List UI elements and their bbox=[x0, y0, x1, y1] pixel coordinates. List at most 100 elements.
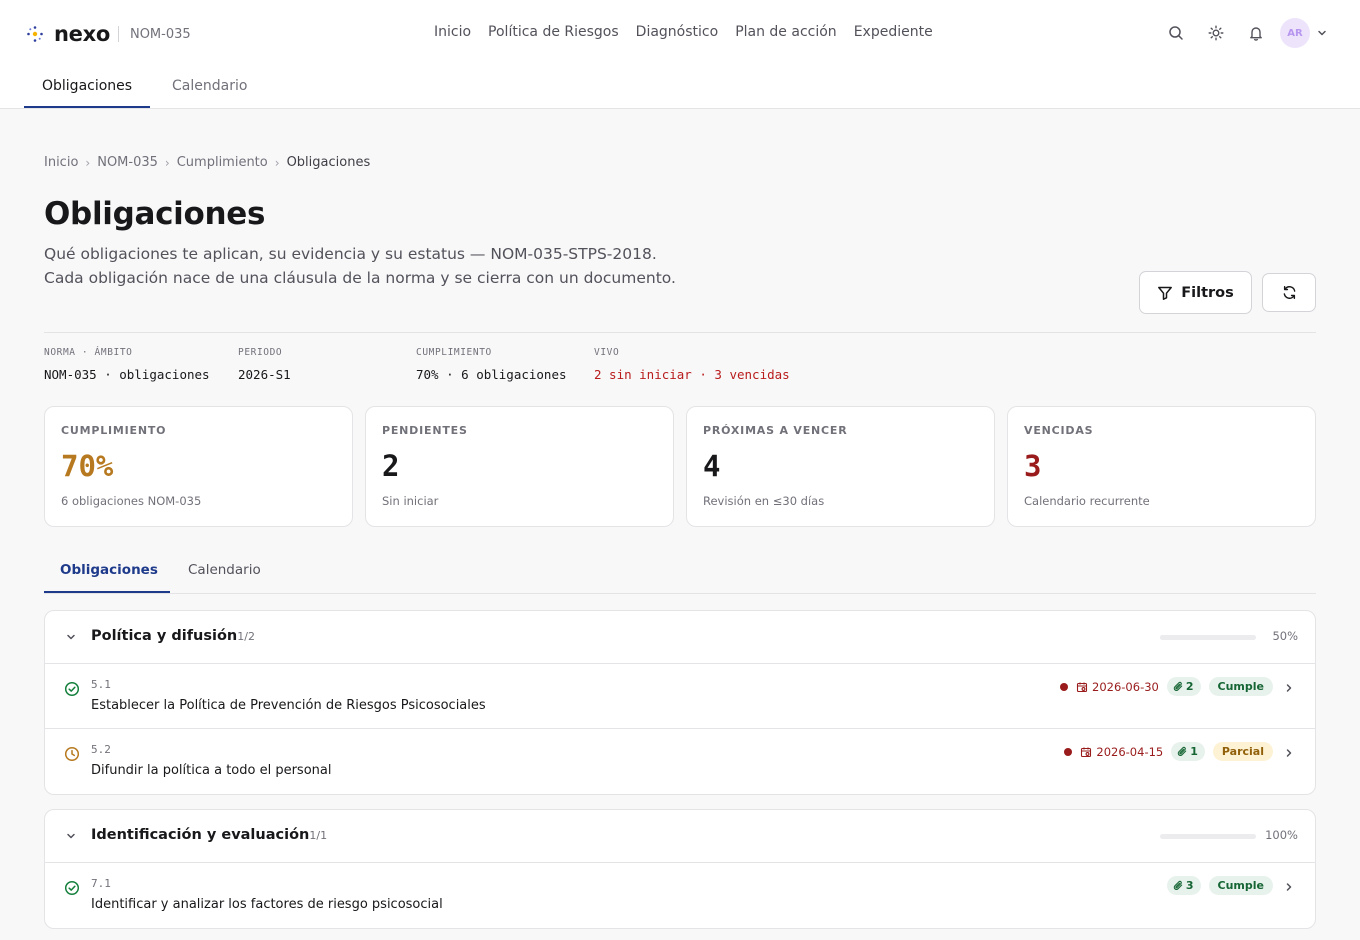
meta-periodo-key: PERIODO bbox=[238, 347, 283, 358]
obligation-meta: 2026-04-15 1 Parcial bbox=[1064, 742, 1273, 761]
group-percent: 50% bbox=[1272, 629, 1298, 643]
tab-calendario[interactable]: Calendario bbox=[188, 562, 261, 578]
stat-label: CUMPLIMIENTO bbox=[61, 424, 167, 437]
group-title: Política y difusión1/2 bbox=[91, 628, 255, 644]
meta-vivo: VIVO 2 sin iniciar · 3 vencidas bbox=[594, 347, 790, 382]
group-progress-bar bbox=[1160, 834, 1256, 839]
group-header[interactable]: Identificación y evaluación1/1 100% bbox=[45, 810, 1315, 863]
header-divider bbox=[44, 332, 1316, 333]
group-progress-bar bbox=[1160, 635, 1256, 640]
meta-cumplimiento-value: 70% · 6 obligaciones bbox=[416, 367, 567, 382]
nav-inicio[interactable]: Inicio bbox=[434, 24, 471, 40]
obligation-group: Identificación y evaluación1/1 100% 7.1 … bbox=[44, 809, 1316, 929]
brand[interactable]: nexo NOM-035 bbox=[26, 22, 191, 46]
top-bar: nexo NOM-035 Inicio Política de Riesgos … bbox=[0, 0, 1360, 66]
content-tabs: Obligaciones Calendario bbox=[44, 556, 1316, 594]
group-count: 1/2 bbox=[237, 630, 255, 643]
chevron-down-icon bbox=[67, 833, 75, 839]
stat-value: 2 bbox=[382, 449, 400, 483]
stat-value: 4 bbox=[703, 449, 721, 483]
meta-norma-value: NOM-035 · obligaciones bbox=[44, 367, 210, 382]
evidence-chip[interactable]: 1 bbox=[1171, 742, 1205, 761]
filter-icon bbox=[1158, 286, 1173, 300]
breadcrumb-cumplimiento[interactable]: Cumplimiento bbox=[177, 155, 268, 170]
chevron-right-icon bbox=[1286, 749, 1292, 757]
breadcrumb-separator: › bbox=[85, 155, 91, 170]
search-button[interactable] bbox=[1166, 23, 1186, 43]
status-badge: Parcial bbox=[1212, 742, 1273, 761]
refresh-button[interactable] bbox=[1262, 273, 1316, 312]
breadcrumb-nom035[interactable]: NOM-035 bbox=[97, 155, 158, 170]
sun-icon bbox=[1208, 25, 1224, 41]
stat-label: PRÓXIMAS A VENCER bbox=[703, 424, 848, 437]
tab-obligaciones[interactable]: Obligaciones bbox=[60, 562, 158, 578]
obligation-title: Establecer la Política de Prevención de … bbox=[91, 698, 486, 713]
evidence-count: 1 bbox=[1190, 745, 1198, 758]
overdue-dot bbox=[1060, 682, 1069, 691]
brand-name: nexo bbox=[54, 22, 110, 46]
subnav-tab-obligaciones[interactable]: Obligaciones bbox=[42, 78, 132, 94]
meta-norma: NORMA · ÁMBITO NOM-035 · obligaciones bbox=[44, 347, 210, 382]
group-progress-fill bbox=[1160, 834, 1256, 839]
stat-sub: 6 obligaciones NOM-035 bbox=[61, 494, 202, 508]
breadcrumb-separator: › bbox=[274, 155, 280, 170]
evidence-count: 3 bbox=[1185, 879, 1194, 892]
calendar-icon bbox=[1081, 747, 1092, 757]
avatar-initials: AR bbox=[1287, 27, 1303, 39]
nav-plan-accion[interactable]: Plan de acción bbox=[735, 24, 837, 40]
obligation-meta: 2026-06-30 2 Cumple bbox=[1060, 677, 1273, 696]
nav-politica-riesgos[interactable]: Política de Riesgos bbox=[488, 24, 619, 40]
subnav-active-indicator bbox=[24, 106, 150, 108]
obligation-row[interactable]: 7.1 Identificar y analizar los factores … bbox=[45, 863, 1315, 928]
avatar[interactable]: AR bbox=[1280, 18, 1310, 48]
nav-expediente[interactable]: Expediente bbox=[854, 24, 933, 40]
chevron-down-icon[interactable] bbox=[1316, 27, 1328, 39]
breadcrumb-inicio[interactable]: Inicio bbox=[44, 155, 78, 170]
evidence-chip[interactable]: 3 bbox=[1166, 876, 1201, 895]
meta-cumplimiento: CUMPLIMIENTO 70% · 6 obligaciones bbox=[416, 347, 567, 382]
section-subnav: Obligaciones Calendario bbox=[0, 66, 1360, 109]
theme-toggle-button[interactable] bbox=[1206, 23, 1226, 43]
obligation-title: Difundir la política a todo el personal bbox=[91, 763, 332, 778]
main-nav: Inicio Política de Riesgos Diagnóstico P… bbox=[434, 24, 933, 40]
notifications-button[interactable] bbox=[1246, 23, 1266, 43]
subnav-tab-calendario[interactable]: Calendario bbox=[172, 78, 247, 94]
paperclip-icon bbox=[1173, 681, 1183, 691]
group-header[interactable]: Política y difusión1/2 50% bbox=[45, 611, 1315, 664]
breadcrumb-separator: › bbox=[164, 155, 170, 170]
nav-diagnostico[interactable]: Diagnóstico bbox=[636, 24, 719, 40]
stat-value: 70% bbox=[61, 449, 114, 483]
stat-card-proximas: PRÓXIMAS A VENCER 4 Revisión en ≤30 días bbox=[686, 406, 995, 527]
obligation-row[interactable]: 5.2 Difundir la política a todo el perso… bbox=[45, 729, 1315, 794]
due-date: 2026-06-30 bbox=[1060, 680, 1159, 694]
obligation-group: Política y difusión1/2 50% 5.1 Establece… bbox=[44, 610, 1316, 795]
meta-periodo-value: 2026-S1 bbox=[238, 367, 291, 382]
filters-button[interactable]: Filtros bbox=[1139, 271, 1252, 314]
obligation-code: 5.2 bbox=[91, 743, 111, 756]
stat-label: VENCIDAS bbox=[1024, 424, 1094, 437]
check-circle-icon bbox=[64, 880, 80, 896]
stat-sub: Calendario recurrente bbox=[1024, 494, 1150, 508]
tab-active-indicator bbox=[44, 591, 170, 593]
brand-code: NOM-035 bbox=[129, 26, 191, 42]
stat-sub: Sin iniciar bbox=[382, 494, 439, 508]
clock-icon bbox=[64, 746, 80, 762]
stat-sub: Revisión en ≤30 días bbox=[703, 494, 825, 508]
group-title-text: Política y difusión bbox=[91, 628, 238, 644]
bell-icon bbox=[1250, 27, 1262, 41]
page-description: Qué obligaciones te aplican, su evidenci… bbox=[44, 245, 676, 287]
stat-label: PENDIENTES bbox=[382, 424, 468, 437]
calendar-icon bbox=[1076, 682, 1088, 692]
obligation-meta: 3 Cumple bbox=[1166, 876, 1273, 895]
brand-divider bbox=[117, 26, 119, 42]
status-badge: Cumple bbox=[1208, 876, 1273, 895]
meta-norma-key: NORMA · ÁMBITO bbox=[44, 347, 133, 358]
chevron-right-icon bbox=[1286, 684, 1292, 692]
refresh-icon bbox=[1283, 285, 1295, 300]
stat-card-cumplimiento: CUMPLIMIENTO 70% 6 obligaciones NOM-035 bbox=[44, 406, 353, 527]
evidence-count: 2 bbox=[1185, 680, 1194, 693]
meta-vivo-key: VIVO bbox=[594, 347, 620, 358]
evidence-chip[interactable]: 2 bbox=[1166, 677, 1201, 696]
obligation-row[interactable]: 5.1 Establecer la Política de Prevención… bbox=[45, 664, 1315, 729]
breadcrumb-current: Obligaciones bbox=[286, 155, 371, 170]
